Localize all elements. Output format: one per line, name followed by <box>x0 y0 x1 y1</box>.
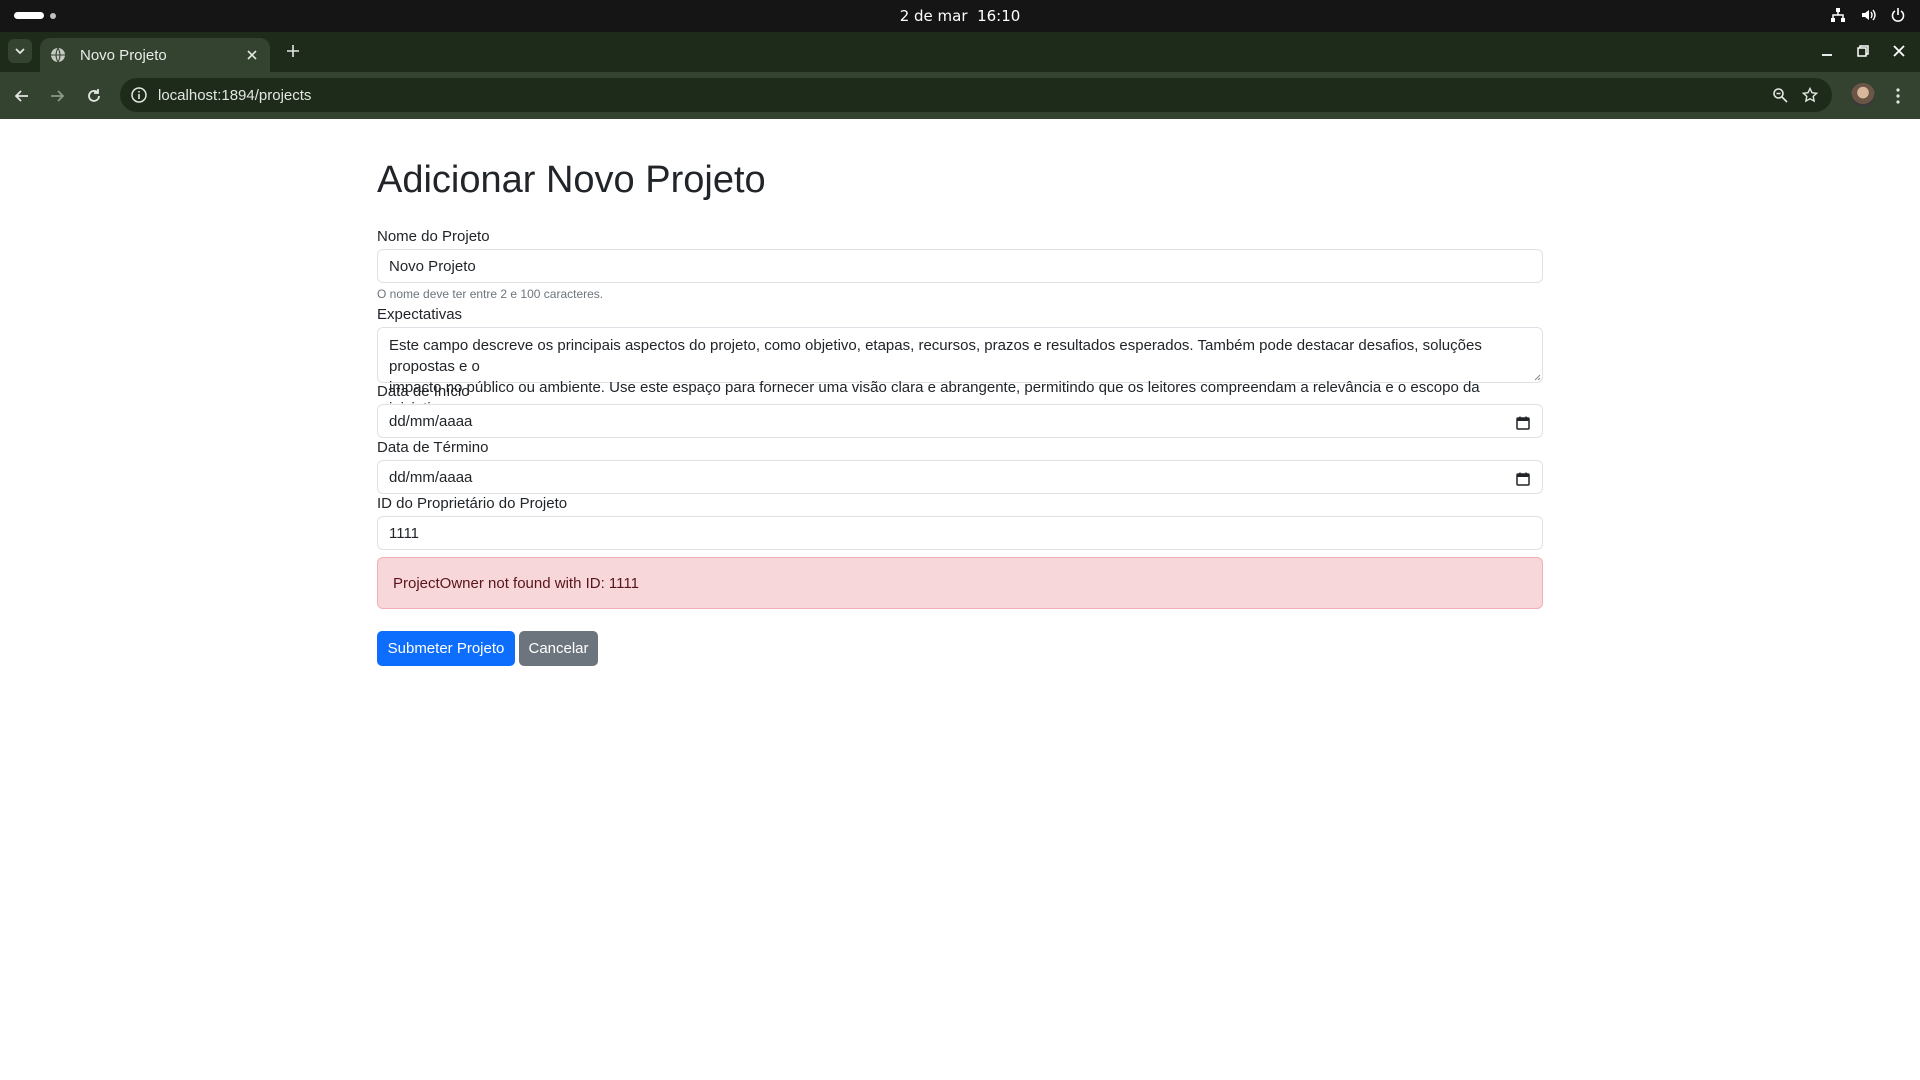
start-date-label: Data de Início <box>377 383 470 400</box>
tab-close-button[interactable] <box>242 45 262 65</box>
restore-icon <box>1857 45 1869 57</box>
submit-project-button[interactable]: Submeter Projeto <box>377 631 515 666</box>
reload-icon <box>88 89 100 102</box>
expectations-line-1: Este campo descreve os principais aspect… <box>389 337 1482 375</box>
site-info-icon[interactable] <box>130 86 148 104</box>
minimize-icon <box>1822 54 1832 56</box>
plus-icon <box>287 45 299 57</box>
window-controls <box>1816 40 1910 62</box>
browser-tab-active[interactable]: Novo Projeto <box>40 38 270 72</box>
back-button[interactable] <box>10 84 34 108</box>
restore-button[interactable] <box>1852 40 1874 62</box>
clock-time: 16:10 <box>977 7 1021 25</box>
arrow-right-icon <box>51 90 65 102</box>
cancel-button[interactable]: Cancelar <box>519 631 598 666</box>
close-icon <box>247 50 257 60</box>
page-title: Adicionar Novo Projeto <box>377 159 766 201</box>
error-message: ProjectOwner not found with ID: 1111 <box>393 574 639 592</box>
clock-date: 2 de mar <box>899 7 968 25</box>
address-bar[interactable]: localhost:1894/projects <box>120 78 1832 112</box>
calendar-icon[interactable] <box>1516 416 1530 430</box>
resize-handle-icon[interactable] <box>1533 373 1541 381</box>
start-date-placeholder: dd/mm/aaaa <box>389 412 473 430</box>
browser-tab-strip: Novo Projeto <box>0 32 1920 72</box>
power-icon <box>1891 8 1905 22</box>
start-date-input[interactable]: dd/mm/aaaa <box>377 404 1543 438</box>
system-tray[interactable] <box>1830 7 1906 23</box>
calendar-icon[interactable] <box>1516 472 1530 486</box>
project-name-value: Novo Projeto <box>389 257 476 275</box>
arrow-left-icon <box>14 90 28 102</box>
browser-menu-button[interactable] <box>1888 84 1908 108</box>
expectations-textarea[interactable]: Este campo descreve os principais aspect… <box>377 327 1543 417</box>
chevron-down-icon <box>15 48 25 55</box>
project-name-label: Nome do Projeto <box>377 228 490 245</box>
browser-toolbar: localhost:1894/projects <box>0 72 1920 119</box>
kebab-menu-icon <box>1896 88 1900 104</box>
expectations-label: Expectativas <box>377 306 463 323</box>
volume-icon <box>1862 9 1876 21</box>
url-text[interactable]: localhost:1894/projects <box>158 87 1772 104</box>
new-tab-button[interactable] <box>282 40 304 62</box>
forward-button[interactable] <box>45 84 69 108</box>
close-icon <box>1893 45 1905 57</box>
project-name-help: O nome deve ter entre 2 e 100 caracteres… <box>377 287 604 301</box>
end-date-input[interactable]: dd/mm/aaaa <box>377 460 1543 494</box>
tab-search-button[interactable] <box>8 39 32 63</box>
tab-title: Novo Projeto <box>80 46 167 64</box>
zoom-icon[interactable] <box>1772 87 1788 103</box>
network-icon <box>1831 8 1845 22</box>
minimize-button[interactable] <box>1816 40 1838 62</box>
reload-button[interactable] <box>82 84 106 108</box>
globe-icon <box>51 47 65 63</box>
web-page: Adicionar Novo Projeto Nome do Projeto N… <box>0 119 1920 1080</box>
end-date-label: Data de Término <box>377 439 489 456</box>
error-alert: ProjectOwner not found with ID: 1111 <box>377 557 1543 609</box>
star-icon[interactable] <box>1802 87 1818 103</box>
system-top-bar: 2 de mar 16:10 <box>0 0 1920 32</box>
end-date-placeholder: dd/mm/aaaa <box>389 468 473 486</box>
owner-id-value: 1111 <box>389 524 420 542</box>
project-name-input[interactable]: Novo Projeto <box>377 249 1543 283</box>
owner-id-input[interactable]: 1111 <box>377 516 1543 550</box>
clock[interactable]: 2 de mar 16:10 <box>0 7 1920 25</box>
profile-avatar[interactable] <box>1851 83 1875 107</box>
owner-id-label: ID do Proprietário do Projeto <box>377 495 568 512</box>
close-window-button[interactable] <box>1888 40 1910 62</box>
